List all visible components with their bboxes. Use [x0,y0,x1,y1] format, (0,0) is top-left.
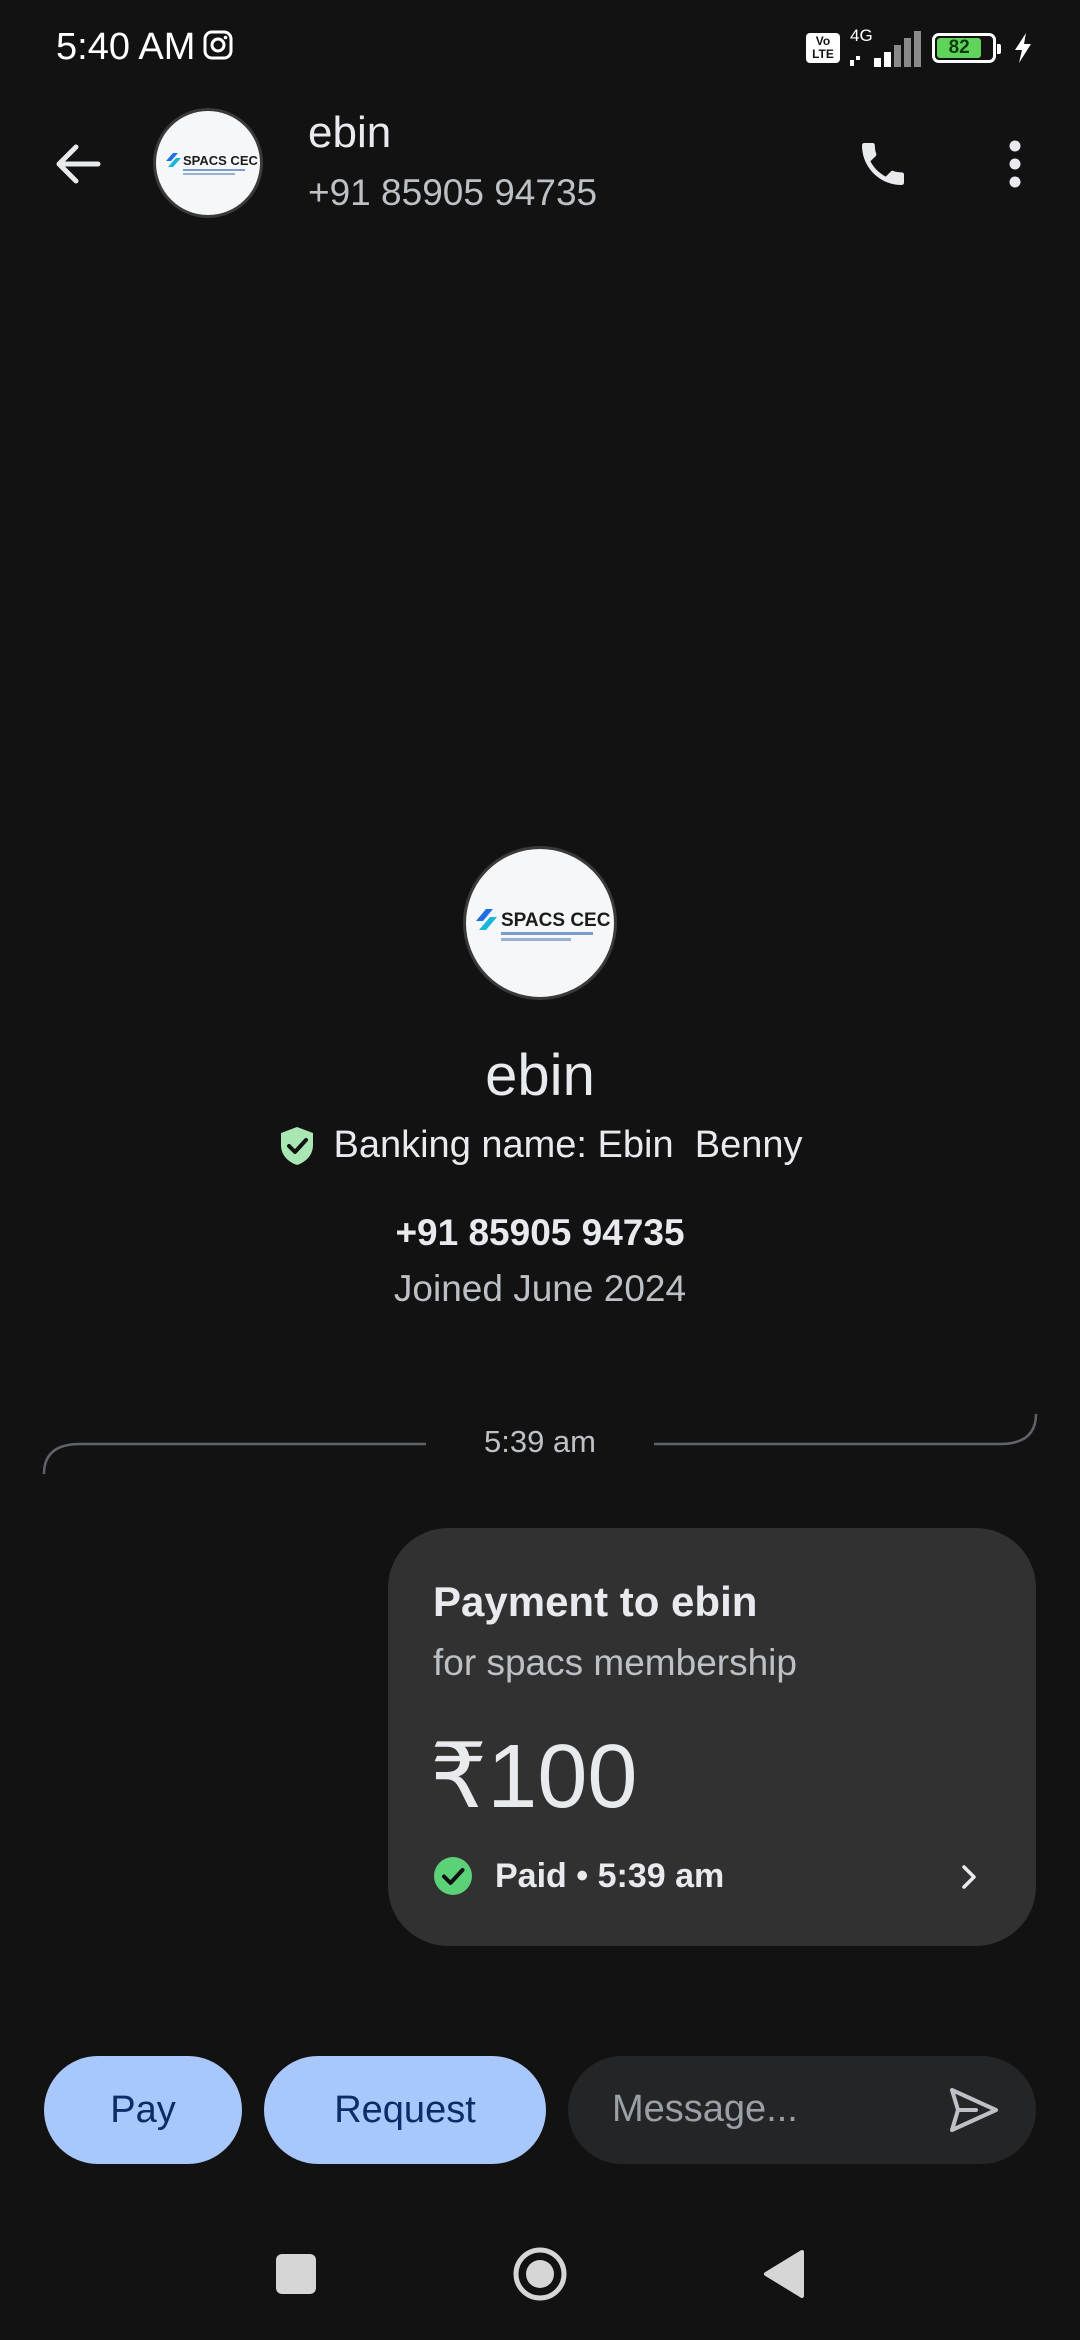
payment-status: Paid • 5:39 am [495,1856,725,1895]
profile-phone: +91 85905 94735 [395,1212,685,1253]
status-indicators: Vo LTE 4G 82 [806,26,1034,68]
payment-card[interactable]: Payment to ebin for spacs membership ₹10… [388,1528,1036,1946]
message-input[interactable]: Message... [568,2056,1036,2164]
signal-icon: 4G [850,26,922,68]
joined-date: Joined June 2024 [393,1268,687,1309]
spacs-logo: SPACS CEC [476,909,611,941]
contact-avatar[interactable]: SPACS CEC [153,108,263,218]
volte-icon: Vo LTE [806,33,840,63]
send-icon[interactable] [946,2082,1002,2138]
verified-shield-icon [280,1126,313,1165]
payment-note: for spacs membership [433,1642,797,1683]
status-time: 5:40 AM [56,26,196,68]
payment-title: Payment to ebin [433,1578,758,1625]
avatar-logo-text: SPACS CEC [183,153,258,168]
chevron-right-icon[interactable] [954,1862,984,1892]
charging-icon [1015,33,1031,63]
banking-name: Banking name: Ebin Benny [333,1124,803,1166]
avatar-logo-text: SPACS CEC [501,910,611,931]
spacs-logo: SPACS CEC [166,153,258,175]
phone-icon [862,143,904,185]
instagram-icon [203,30,233,60]
message-timestamp: 5:39 am [483,1424,596,1459]
request-button[interactable]: Request [264,2056,546,2164]
battery-icon: 82 [932,33,1001,63]
message-placeholder: Message... [612,2088,798,2130]
battery-level: 82 [937,38,982,58]
payment-amount: ₹100 [430,1727,638,1827]
paid-check-icon [434,1857,472,1895]
profile-avatar[interactable]: SPACS CEC [463,846,617,1000]
nav-back-button[interactable] [762,2248,806,2300]
contact-name[interactable]: ebin [308,108,391,158]
back-button[interactable] [40,126,116,202]
call-button[interactable] [843,124,923,204]
more-options-button[interactable] [985,124,1045,204]
status-bar: 5:40 AM Vo LTE 4G 82 [0,0,1080,96]
pay-button[interactable]: Pay [44,2056,242,2164]
more-vert-icon [1009,140,1021,188]
profile-name: ebin [485,1043,595,1108]
home-button[interactable] [512,2246,568,2302]
recents-button[interactable] [276,2254,316,2294]
app-bar: SPACS CEC ebin +91 85905 94735 [0,96,1080,236]
back-arrow-icon [56,144,101,184]
banking-name-row: Banking name: Ebin Benny [0,1124,1080,1167]
network-type: 4G [850,26,873,45]
contact-phone: +91 85905 94735 [308,172,598,213]
payment-status-row: Paid • 5:39 am [433,1856,724,1896]
